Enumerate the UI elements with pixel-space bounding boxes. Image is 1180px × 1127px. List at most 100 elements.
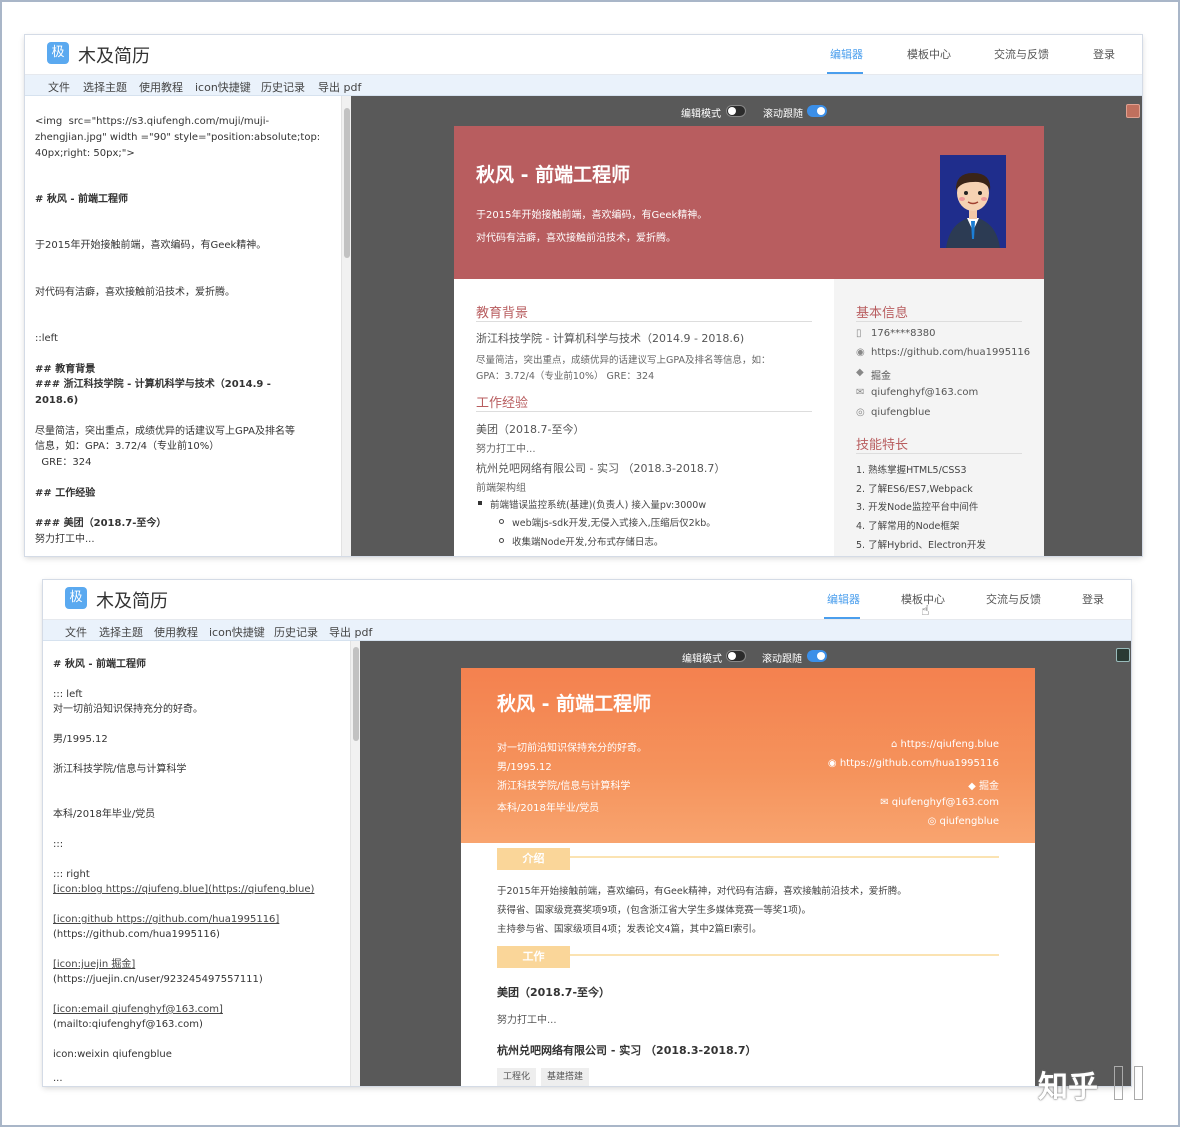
resume-detail-line: 浙江科技学院/信息与计算科学 (497, 781, 631, 792)
nav-active-indicator (824, 617, 860, 619)
editor-line: ## 工作经验 (35, 488, 96, 499)
github-link[interactable]: ◉ https://github.com/hua1995116 (828, 758, 999, 769)
email-icon: ✉ (880, 797, 892, 808)
editor-line: ... (53, 1073, 63, 1084)
divider (476, 411, 812, 412)
scrollbar-thumb[interactable] (353, 647, 359, 741)
menu-icon-shortcut[interactable]: icon快捷键 (195, 79, 251, 95)
nav-editor[interactable]: 编辑器 (827, 591, 860, 607)
scroll-follow-switch[interactable] (807, 105, 827, 117)
profile-photo (940, 155, 1006, 248)
editor-line: ## 教育背景 (35, 364, 96, 375)
edu-desc: 尽量简洁，突出重点，成绩优异的话建议写上GPA及排名等信息，如： (476, 355, 771, 366)
wechat-id: qiufengblue (871, 407, 931, 418)
juejin-link[interactable]: 掘金 (871, 367, 891, 382)
skill-item: 4. 了解常用的Node框架 (856, 521, 960, 532)
job-desc: 努力打工中... (497, 1015, 557, 1026)
edit-mode-switch[interactable] (726, 650, 746, 662)
app-logo-icon[interactable]: 极 (65, 587, 87, 609)
editor-line: ::left (35, 333, 58, 344)
editor-line: # 秋风 - 前端工程师 (35, 194, 128, 205)
editor-line: 对一切前沿知识保持充分的好奇。 (53, 704, 203, 715)
editor-line: icon:weixin qiufengblue (53, 1049, 172, 1060)
app-title[interactable]: 木及简历 (96, 587, 168, 613)
skill-item: 5. 了解Hybrid、Electron开发 (856, 540, 986, 551)
skill-item: 1. 熟练掌握HTML5/CSS3 (856, 465, 967, 476)
editor-line: 信息，如：GPA：3.72/4（专业前10%） (35, 441, 220, 452)
github-icon: ◉ (827, 758, 840, 769)
resume-page: 秋风 - 前端工程师 对一切前沿知识保持充分的好奇。 男/1995.12 浙江科… (461, 668, 1035, 1086)
email-link[interactable]: qiufenghyf@163.com (871, 387, 978, 398)
intro-line: 获得省、国家级竞赛奖项9项，(包含浙江省大学生多媒体竞赛一等奖1项)。 (497, 905, 812, 916)
juejin-link[interactable]: ◆ 掘金 (968, 777, 999, 792)
menu-history[interactable]: 历史记录 (274, 624, 318, 640)
resume-detail-line: 本科/2018年毕业/党员 (497, 803, 600, 814)
resume-detail-line: 男/1995.12 (497, 762, 552, 773)
screenshot-red-theme: 极 木及简历 编辑器 模板中心 交流与反馈 登录 文件 选择主题 使用教程 ic… (25, 35, 1142, 556)
scroll-follow-label: 滚动跟随 (762, 654, 802, 665)
menu-history[interactable]: 历史记录 (261, 79, 305, 95)
nav-login[interactable]: 登录 (1093, 46, 1115, 62)
section-tag-work: 工作 (497, 946, 570, 968)
scrollbar-thumb[interactable] (344, 108, 350, 258)
scroll-follow-switch[interactable] (807, 650, 827, 662)
job-title: 美团（2018.7-至今） (476, 423, 585, 436)
nav-feedback[interactable]: 交流与反馈 (986, 591, 1041, 607)
menu-bar: 文件 选择主题 使用教程 icon快捷键 历史记录 导出 pdf (25, 75, 1142, 96)
section-title-work: 工作经验 (476, 396, 529, 411)
section-rule (497, 856, 999, 858)
juejin-icon: ◆ (856, 367, 864, 378)
menu-file[interactable]: 文件 (65, 624, 87, 640)
phone-text: 176****8380 (871, 328, 936, 339)
menu-export-pdf[interactable]: 导出 pdf (329, 624, 372, 640)
resume-intro-line: 于2015年开始接触前端，喜欢编码，有Geek精神。 (476, 210, 708, 221)
job-desc: 努力打工中... (476, 444, 536, 455)
edit-mode-label: 编辑模式 (682, 654, 722, 665)
menu-file[interactable]: 文件 (48, 79, 70, 95)
editor-line: ::: (53, 839, 64, 850)
bullet-icon (478, 501, 482, 505)
theme-color-picker[interactable] (1126, 104, 1140, 118)
editor-line: # 秋风 - 前端工程师 (53, 659, 146, 670)
editor-scrollbar[interactable] (350, 641, 360, 1086)
job-team: 前端架构组 (476, 483, 526, 494)
menu-tutorial[interactable]: 使用教程 (154, 624, 198, 640)
markdown-editor[interactable]: <img src="https://s3.qiufengh.com/muji/m… (25, 96, 341, 556)
menu-icon-shortcut[interactable]: icon快捷键 (209, 624, 265, 640)
zhihu-watermark: 知乎 (1038, 1070, 1098, 1105)
edit-mode-switch[interactable] (726, 105, 746, 117)
app-logo-icon[interactable]: 极 (47, 42, 69, 64)
nav-login[interactable]: 登录 (1082, 591, 1104, 607)
menu-theme[interactable]: 选择主题 (83, 79, 127, 95)
editor-line: 2018.6) (35, 395, 79, 406)
skill-item: 2. 了解ES6/ES7,Webpack (856, 484, 973, 495)
menu-tutorial[interactable]: 使用教程 (139, 79, 183, 95)
email-link[interactable]: ✉ qiufenghyf@163.com (880, 797, 999, 808)
section-tag-intro: 介绍 (497, 848, 570, 870)
nav-templates[interactable]: 模板中心 (907, 46, 951, 62)
menu-theme[interactable]: 选择主题 (99, 624, 143, 640)
resume-preview: 编辑模式 滚动跟随 秋风 - 前端工程师 于2015年开始接触前端，喜欢编码，有… (351, 96, 1142, 556)
avatar-illustration (946, 173, 1000, 248)
editor-line: ::: left (53, 689, 83, 700)
editor-line: (mailto:qiufenghyf@163.com) (53, 1019, 203, 1030)
resume-name: 秋风 - 前端工程师 (476, 164, 631, 186)
home-icon: ⌂ (891, 739, 901, 750)
school-line: 浙江科技学院 - 计算机科学与技术（2014.9 - 2018.6) (476, 332, 745, 345)
blog-link[interactable]: ⌂ https://qiufeng.blue (891, 739, 999, 750)
divider (856, 321, 1022, 322)
resume-detail-line: 对一切前沿知识保持充分的好奇。 (497, 743, 647, 754)
nav-feedback[interactable]: 交流与反馈 (994, 46, 1049, 62)
editor-line: ### 美团（2018.7-至今） (35, 518, 167, 529)
editor-line: ### 浙江科技学院 - 计算机科学与技术（2014.9 - (35, 379, 271, 390)
app-title[interactable]: 木及简历 (78, 42, 150, 68)
markdown-editor[interactable]: # 秋风 - 前端工程师 ::: left 对一切前沿知识保持充分的好奇。 男/… (43, 641, 350, 1086)
github-link[interactable]: https://github.com/hua1995116 (871, 347, 1030, 358)
editor-scrollbar[interactable] (341, 96, 351, 556)
scroll-follow-label: 滚动跟随 (763, 109, 803, 120)
screenshot-orange-theme: 极 木及简历 编辑器 模板中心 ☝ 交流与反馈 登录 文件 选择主题 使用教程 … (43, 580, 1131, 1086)
theme-color-picker[interactable] (1116, 648, 1130, 662)
nav-editor[interactable]: 编辑器 (830, 46, 863, 62)
menu-export-pdf[interactable]: 导出 pdf (318, 79, 361, 95)
watermark-mark (1114, 1066, 1123, 1100)
